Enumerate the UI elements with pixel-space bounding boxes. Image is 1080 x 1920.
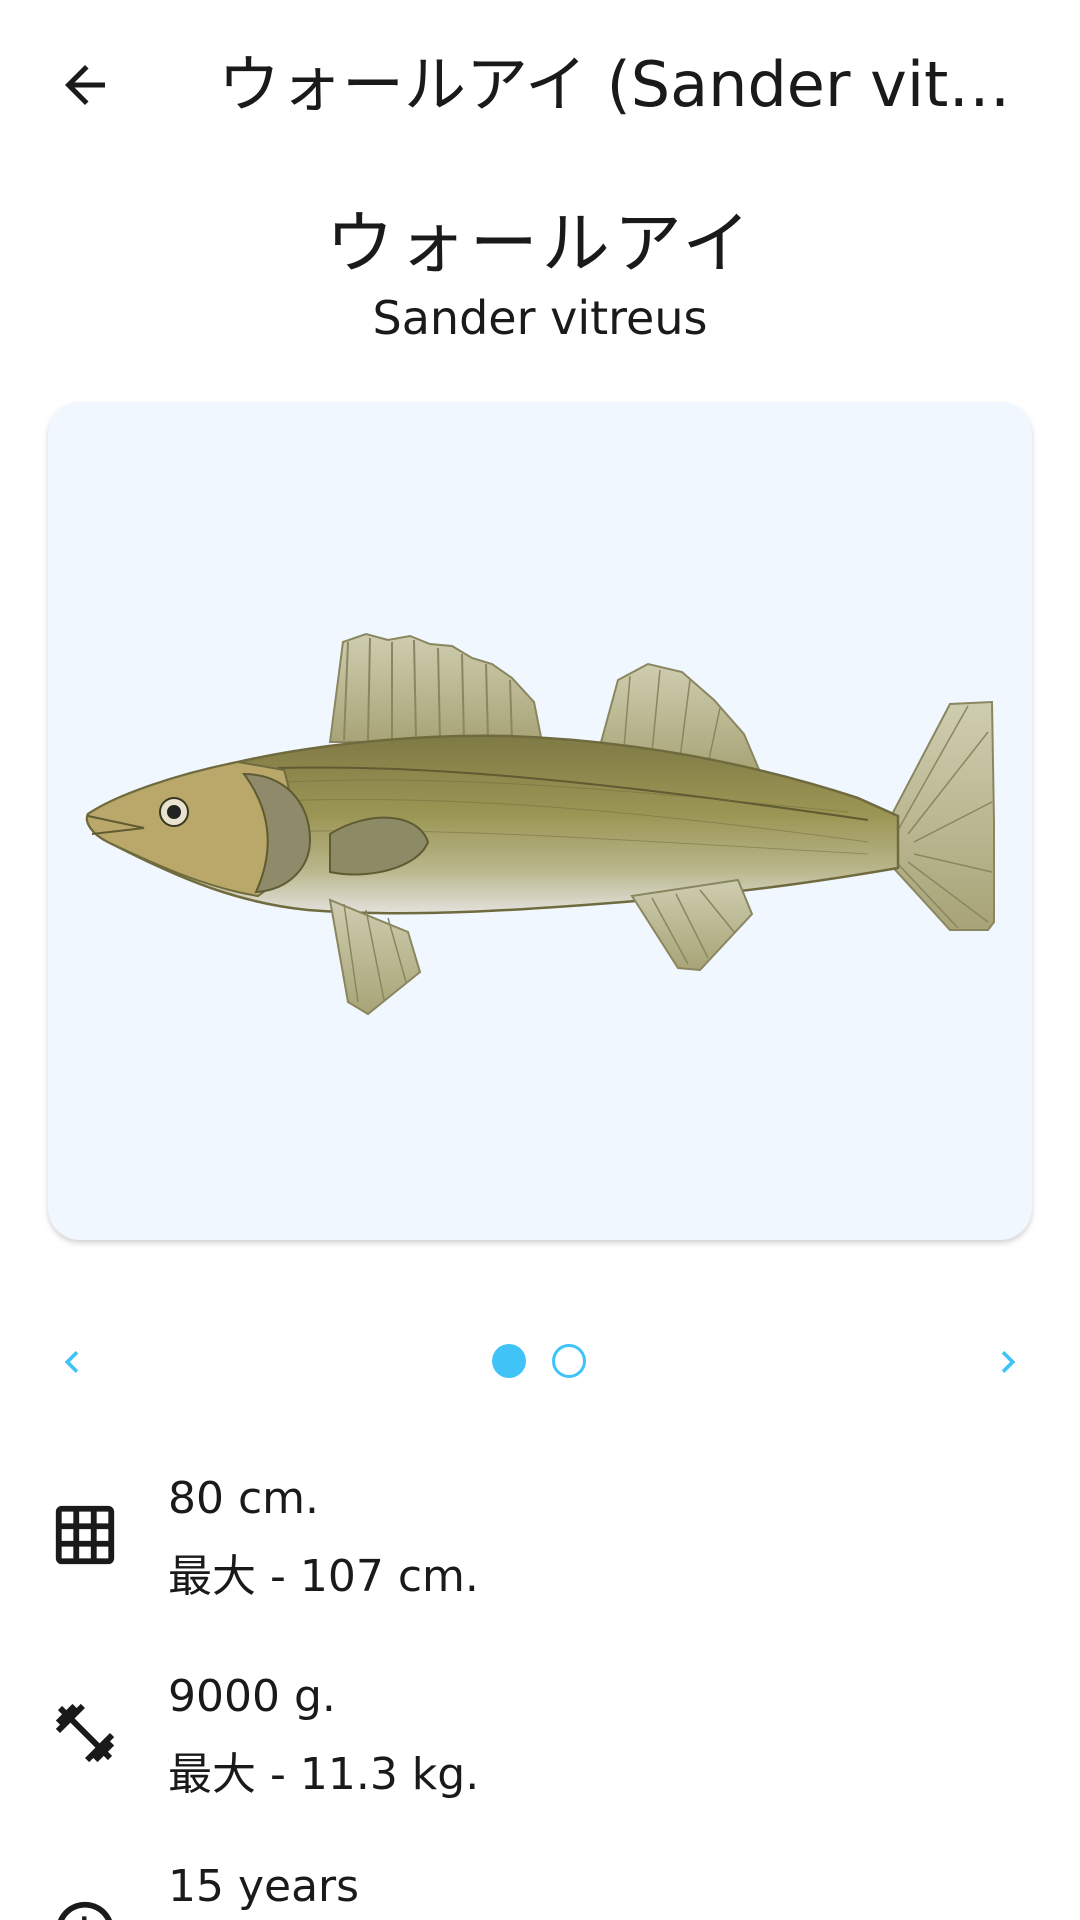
fish-heading: ウォールアイ Sander vitreus <box>0 200 1080 346</box>
page-indicator-dot-active[interactable] <box>492 1344 526 1378</box>
next-image-button[interactable] <box>966 1320 1050 1404</box>
length-value: 80 cm. <box>168 1473 320 1524</box>
previous-image-button[interactable] <box>30 1320 114 1404</box>
back-button[interactable] <box>40 40 130 130</box>
fish-illustration <box>85 632 995 1016</box>
length-row: 80 cm. 最大 - 107 cm. <box>0 1460 1080 1620</box>
image-pager <box>0 1320 1080 1404</box>
common-name: ウォールアイ <box>325 205 755 284</box>
chevron-right-icon <box>1001 1351 1016 1373</box>
fish-image-card[interactable] <box>48 402 1032 1240</box>
weight-max: 最大 - 11.3 kg. <box>168 1749 480 1800</box>
scientific-name: Sander vitreus <box>372 291 708 345</box>
page-title: ウォールアイ (Sander vitreus) <box>218 48 1018 121</box>
dumbbell-icon <box>55 1703 115 1763</box>
clock-icon <box>58 1901 112 1920</box>
grid-icon <box>55 1505 115 1565</box>
page-indicator-dot[interactable] <box>552 1344 586 1378</box>
age-value: 15 years <box>168 1861 360 1912</box>
arrow-left-icon <box>65 65 105 105</box>
weight-row: 9000 g. 最大 - 11.3 kg. <box>0 1658 1080 1818</box>
weight-value: 9000 g. <box>168 1671 336 1722</box>
app-bar: ウォールアイ (Sander vitreus) <box>0 0 1080 170</box>
age-row: 15 years <box>0 1856 1080 1920</box>
chevron-left-icon <box>64 1351 79 1373</box>
length-max: 最大 - 107 cm. <box>168 1551 479 1602</box>
